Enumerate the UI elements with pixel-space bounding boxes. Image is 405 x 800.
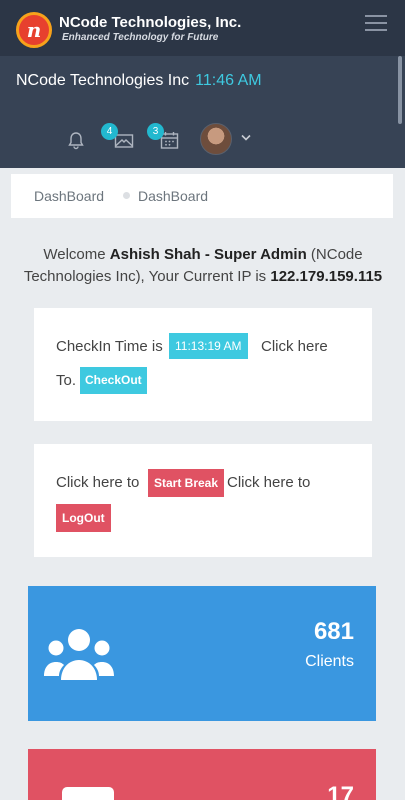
checkin-label: CheckIn Time is: [56, 338, 163, 355]
welcome-user: Ashish Shah - Super Admin: [109, 246, 307, 263]
hamburger-menu-icon[interactable]: [365, 13, 389, 33]
brand-name: NCode Technologies, Inc.: [59, 14, 242, 31]
start-break-button[interactable]: Start Break: [148, 469, 225, 497]
current-time: 11:46 AM: [195, 72, 262, 89]
second-stat-card[interactable]: 17: [28, 749, 376, 800]
breadcrumb-item: DashBoard: [138, 188, 209, 204]
company-name: NCode Technologies Inc 11:46 AM: [16, 72, 262, 90]
briefcase-icon: [62, 787, 114, 800]
start-break-label: Click here to: [56, 474, 140, 491]
clients-label: Clients: [305, 653, 354, 670]
logout-label: Click here to: [227, 474, 311, 491]
users-icon: [44, 624, 114, 689]
to-label: To.: [56, 372, 77, 389]
click-here-label: Click here: [261, 338, 328, 355]
clients-count: 681: [313, 618, 354, 645]
logo-icon[interactable]: n: [16, 12, 52, 48]
checkin-card: CheckIn Time is 11:13:19 AM Click here T…: [34, 308, 372, 421]
breadcrumb-separator: [123, 192, 130, 199]
brand-tagline: Enhanced Technology for Future: [62, 32, 219, 43]
bell-icon[interactable]: [66, 130, 86, 155]
checkout-button[interactable]: CheckOut: [80, 367, 147, 394]
chevron-down-icon[interactable]: [241, 132, 251, 144]
user-avatar[interactable]: [200, 123, 232, 155]
clients-stat-card[interactable]: 681 Clients: [28, 586, 376, 721]
break-card: Click here to Start Break Click here to …: [34, 444, 372, 557]
breadcrumb-item[interactable]: DashBoard: [34, 188, 104, 204]
checkin-time-badge: 11:13:19 AM: [169, 333, 248, 359]
messages-count-badge: 4: [101, 123, 118, 140]
breadcrumb: DashBoard DashBoard: [11, 174, 393, 218]
second-stat-count: 17: [327, 782, 354, 800]
scrollbar-thumb[interactable]: [398, 56, 402, 124]
company-label: NCode Technologies Inc: [16, 72, 190, 89]
calendar-count-badge: 3: [147, 123, 164, 140]
logout-button[interactable]: LogOut: [56, 504, 111, 532]
welcome-message: Welcome Ashish Shah - Super Admin (NCode…: [16, 244, 390, 288]
top-bar: n NCode Technologies, Inc. Enhanced Tech…: [0, 0, 405, 56]
header: NCode Technologies Inc 11:46 AM 4 3: [0, 56, 405, 168]
welcome-prefix: Welcome: [43, 246, 110, 263]
current-ip: 122.179.159.115: [270, 268, 383, 285]
